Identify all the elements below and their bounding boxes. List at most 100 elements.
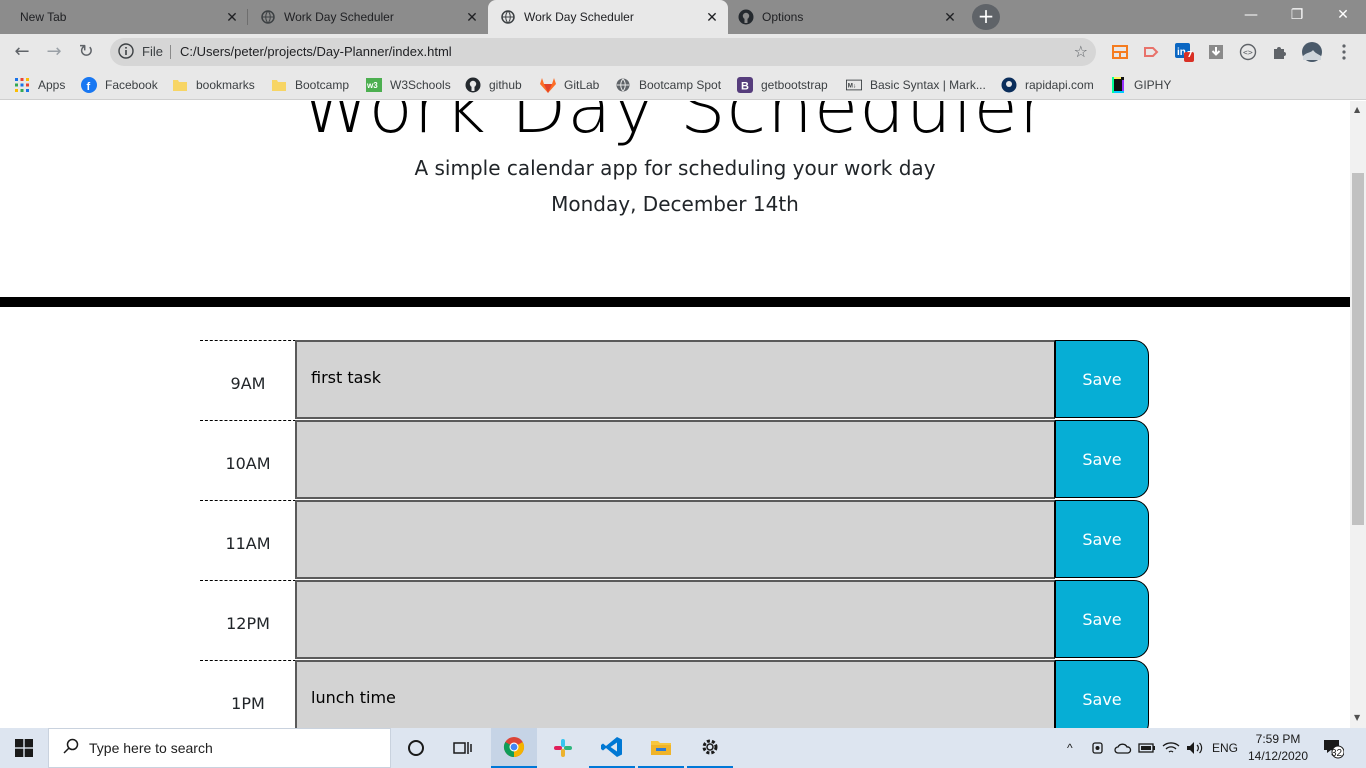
- taskbar-search-placeholder: Type here to search: [89, 740, 213, 756]
- new-tab-button[interactable]: +: [972, 4, 1000, 30]
- tab-options[interactable]: Options ✕: [728, 0, 966, 34]
- task-view-icon[interactable]: [440, 728, 486, 768]
- bookmark-apps[interactable]: Apps: [14, 75, 65, 95]
- time-block-container: 9AM first task Save 10AM Save 11AM Save …: [200, 340, 1150, 728]
- tab-close-icon[interactable]: ✕: [704, 9, 720, 25]
- scrollbar-thumb[interactable]: [1352, 173, 1364, 525]
- save-button[interactable]: Save: [1055, 340, 1149, 418]
- tray-chevron-up-icon[interactable]: ^: [1067, 728, 1073, 768]
- bookmark-bookmarks-folder[interactable]: bookmarks: [172, 75, 255, 95]
- github-icon: [738, 9, 754, 25]
- task-textarea[interactable]: [295, 500, 1055, 579]
- globe-icon: [615, 77, 631, 93]
- scroll-up-arrow-icon[interactable]: ▲: [1354, 105, 1360, 114]
- bookmark-getbootstrap[interactable]: B getbootstrap: [737, 75, 828, 95]
- info-icon[interactable]: [118, 43, 136, 61]
- tab-work-day-scheduler-active[interactable]: Work Day Scheduler ✕: [488, 0, 728, 34]
- hour-label: 11AM: [200, 500, 296, 580]
- bookmark-rapidapi[interactable]: rapidapi.com: [1001, 75, 1094, 95]
- wifi-icon[interactable]: [1162, 728, 1180, 768]
- menu-kebab-icon[interactable]: [1334, 42, 1354, 62]
- svg-text:M↓: M↓: [848, 83, 856, 90]
- file-explorer-taskbar-icon[interactable]: [638, 728, 684, 768]
- vscode-taskbar-icon[interactable]: [589, 728, 635, 768]
- onedrive-cloud-icon[interactable]: [1114, 728, 1132, 768]
- linkedin-extension-icon[interactable]: in 7: [1174, 42, 1194, 62]
- bookmark-w3schools[interactable]: w3 W3Schools: [366, 75, 451, 95]
- time-block-1pm: 1PM lunch time Save: [200, 660, 1150, 728]
- taskbar-search-box[interactable]: Type here to search: [48, 728, 391, 768]
- tab-close-icon[interactable]: ✕: [942, 9, 958, 25]
- bookmark-label: Basic Syntax | Mark...: [870, 78, 986, 92]
- reload-button[interactable]: ↻: [74, 40, 98, 64]
- tab-strip: New Tab ✕ Work Day Scheduler ✕ Work Day …: [0, 0, 1366, 34]
- chrome-taskbar-icon[interactable]: [491, 728, 537, 768]
- scroll-down-arrow-icon[interactable]: ▼: [1354, 713, 1360, 722]
- time-block-10am: 10AM Save: [200, 420, 1150, 500]
- windows-taskbar: Type here to search ^ ENG 7:59 PM 14/12/…: [0, 728, 1366, 768]
- bookmark-github[interactable]: github: [465, 75, 522, 95]
- action-center-icon[interactable]: 32: [1322, 728, 1344, 768]
- close-window-button[interactable]: ✕: [1320, 0, 1366, 30]
- address-url[interactable]: C:/Users/peter/projects/Day-Planner/inde…: [180, 38, 452, 66]
- back-button[interactable]: ←: [10, 40, 34, 64]
- hour-label: 9AM: [200, 340, 296, 420]
- settings-taskbar-icon[interactable]: [687, 728, 733, 768]
- battery-icon[interactable]: [1138, 728, 1156, 768]
- svg-text:f: f: [87, 81, 91, 93]
- address-bar[interactable]: File C:/Users/peter/projects/Day-Planner…: [110, 38, 1096, 66]
- facebook-icon: f: [81, 77, 97, 93]
- profile-avatar[interactable]: [1300, 42, 1324, 62]
- restore-button[interactable]: ❐: [1274, 0, 1320, 30]
- extension-badge: 7: [1187, 50, 1193, 59]
- windows-start-button[interactable]: [0, 728, 48, 768]
- bookmark-facebook[interactable]: f Facebook: [81, 75, 158, 95]
- minimize-button[interactable]: —: [1228, 0, 1274, 30]
- bookmark-bootcamp-folder[interactable]: Bootcamp: [271, 75, 349, 95]
- folder-icon: [172, 77, 188, 93]
- task-textarea[interactable]: lunch time: [295, 660, 1055, 728]
- task-textarea[interactable]: first task: [295, 340, 1055, 419]
- code-extension-icon[interactable]: <>: [1238, 42, 1258, 62]
- folder-icon: [271, 77, 287, 93]
- slack-taskbar-icon[interactable]: [540, 728, 586, 768]
- bookmark-basic-syntax[interactable]: M↓ Basic Syntax | Mark...: [846, 75, 986, 95]
- save-button[interactable]: Save: [1055, 500, 1149, 578]
- page-scrollbar[interactable]: ▲ ▼: [1350, 101, 1366, 728]
- save-button[interactable]: Save: [1055, 660, 1149, 728]
- hour-label: 10AM: [200, 420, 296, 500]
- tray-meet-now-icon[interactable]: [1091, 728, 1107, 768]
- tab-new-tab[interactable]: New Tab ✕: [0, 0, 248, 34]
- hour-label: 1PM: [200, 660, 296, 728]
- bookmark-label: Apps: [38, 78, 66, 92]
- task-textarea[interactable]: [295, 580, 1055, 659]
- extension-arrow-icon[interactable]: [1142, 42, 1162, 62]
- tab-work-day-scheduler[interactable]: Work Day Scheduler ✕: [248, 0, 488, 34]
- bookmark-label: Bootcamp: [295, 78, 350, 92]
- bookmarks-bar: Apps f Facebook bookmarks Bootcamp w3 W3…: [0, 70, 1366, 100]
- address-divider: [170, 45, 171, 59]
- extension-layout-icon[interactable]: [1110, 42, 1130, 62]
- download-extension-icon[interactable]: [1206, 42, 1226, 62]
- markdown-icon: M↓: [846, 77, 862, 93]
- cortana-icon[interactable]: [393, 728, 439, 768]
- task-textarea[interactable]: [295, 420, 1055, 499]
- volume-icon[interactable]: [1186, 728, 1204, 768]
- github-icon: [465, 77, 481, 93]
- rapidapi-icon: [1001, 77, 1017, 93]
- puzzle-extensions-icon[interactable]: [1270, 42, 1290, 62]
- tab-close-icon[interactable]: ✕: [224, 9, 240, 25]
- language-indicator[interactable]: ENG: [1212, 728, 1238, 768]
- bookmark-gitlab[interactable]: GitLab: [540, 75, 599, 95]
- bookmark-bootcamp-spot[interactable]: Bootcamp Spot: [615, 75, 721, 95]
- save-button[interactable]: Save: [1055, 580, 1149, 658]
- forward-button[interactable]: →: [42, 40, 66, 64]
- tab-close-icon[interactable]: ✕: [464, 9, 480, 25]
- clock-date: 14/12/2020: [1247, 749, 1309, 763]
- bootstrap-icon: B: [737, 77, 753, 93]
- svg-text:w3: w3: [366, 81, 378, 90]
- save-button[interactable]: Save: [1055, 420, 1149, 498]
- taskbar-clock[interactable]: 7:59 PM 14/12/2020: [1240, 731, 1316, 765]
- bookmark-giphy[interactable]: GIPHY: [1110, 75, 1171, 95]
- bookmark-star-icon[interactable]: ☆: [1074, 42, 1088, 61]
